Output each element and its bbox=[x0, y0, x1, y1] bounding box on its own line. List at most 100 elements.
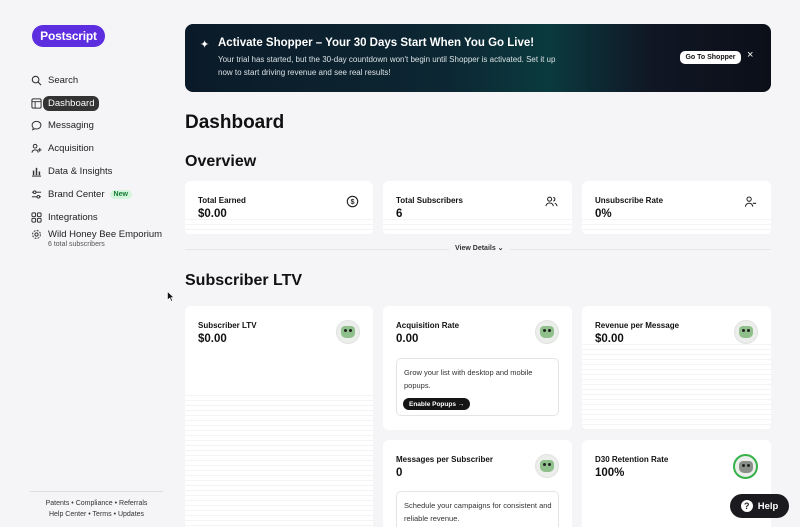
campaigns-tip: Schedule your campaigns for consistent a… bbox=[396, 491, 559, 527]
messages-per-subscriber-card[interactable]: Messages per Subscriber 0 Schedule your … bbox=[383, 440, 572, 527]
mascot-icon bbox=[535, 454, 559, 478]
mascot-face bbox=[540, 460, 554, 472]
sidebar-item-data-insights[interactable]: Data & Insights bbox=[31, 160, 171, 183]
svg-text:$: $ bbox=[351, 199, 355, 206]
help-button[interactable]: ? Help bbox=[730, 494, 789, 518]
card-value: $0.00 bbox=[595, 333, 624, 345]
footer-row: Patents • Compliance • Referrals bbox=[30, 498, 163, 509]
view-details-row: View Details ⌄ bbox=[185, 244, 771, 254]
sidebar-item-messaging[interactable]: Messaging bbox=[31, 115, 171, 138]
card-title: Messages per Subscriber bbox=[396, 455, 493, 464]
mascot-icon bbox=[733, 454, 758, 479]
footer-link-help-center[interactable]: Help Center bbox=[49, 511, 86, 518]
help-label: Help bbox=[757, 500, 779, 512]
banner-title: Activate Shopper – Your 30 Days Start Wh… bbox=[218, 37, 535, 49]
new-badge: New bbox=[109, 189, 132, 199]
sidebar-item-label: Search bbox=[48, 74, 79, 86]
footer-separator: • bbox=[113, 511, 117, 518]
page-title: Dashboard bbox=[185, 112, 285, 133]
view-details-button[interactable]: View Details ⌄ bbox=[449, 244, 510, 252]
footer-links: Patents • Compliance • Referrals Help Ce… bbox=[30, 498, 163, 520]
card-title: Total Subscribers bbox=[396, 196, 463, 205]
banner-description: Your trial has started, but the 30-day c… bbox=[218, 55, 556, 77]
mascot-face bbox=[738, 460, 753, 473]
postscript-logo[interactable]: Postscript bbox=[32, 25, 105, 47]
card-value: 0% bbox=[595, 208, 612, 220]
sidebar-item-label: Integrations bbox=[48, 211, 98, 223]
popups-tip: Grow your list with desktop and mobile p… bbox=[396, 358, 559, 416]
footer-link-compliance[interactable]: Compliance bbox=[76, 500, 113, 507]
sidebar-item-search[interactable]: Search bbox=[31, 69, 171, 92]
layout-icon bbox=[31, 98, 42, 109]
users-icon bbox=[545, 195, 558, 208]
subscriber-ltv-card[interactable]: Subscriber LTV $0.00 bbox=[185, 306, 373, 527]
mascot-face bbox=[540, 326, 554, 338]
overview-heading: Overview bbox=[185, 153, 257, 170]
mascot-icon bbox=[535, 320, 559, 344]
mascot-face bbox=[341, 326, 355, 338]
card-title: D30 Retention Rate bbox=[595, 455, 669, 464]
org-subtitle: 6 total subscribers bbox=[48, 240, 105, 248]
card-pattern bbox=[383, 218, 572, 235]
revenue-per-message-card[interactable]: Revenue per Message $0.00 bbox=[582, 306, 771, 430]
user-minus-icon bbox=[744, 195, 757, 208]
card-value: 6 bbox=[396, 208, 403, 220]
org-name: Wild Honey Bee Emporium bbox=[48, 228, 163, 240]
sidebar-nav: Search Dashboard Messaging Acquisition D… bbox=[31, 69, 171, 259]
sidebar-item-label: Data & Insights bbox=[48, 166, 113, 178]
sidebar-item-label: Messaging bbox=[48, 120, 94, 132]
sidebar-item-brand-center[interactable]: Brand Center New bbox=[31, 183, 171, 206]
sidebar-item-label: Dashboard bbox=[43, 95, 100, 111]
footer-link-terms[interactable]: Terms bbox=[93, 511, 112, 518]
footer-link-updates[interactable]: Updates bbox=[118, 511, 144, 518]
sparkle-icon: ✦ bbox=[200, 39, 210, 51]
card-pattern bbox=[582, 218, 771, 235]
card-title: Acquisition Rate bbox=[396, 321, 460, 330]
tip-text: Grow your list with desktop and mobile p… bbox=[404, 368, 533, 390]
card-value: 0 bbox=[396, 467, 403, 479]
user-plus-icon bbox=[31, 143, 42, 154]
dollar-circle-icon: $ bbox=[346, 195, 359, 208]
footer-row: Help Center • Terms • Updates bbox=[30, 509, 163, 520]
card-title: Total Earned bbox=[198, 196, 246, 205]
footer-separator: • bbox=[71, 500, 74, 507]
grid-icon bbox=[31, 212, 42, 223]
enable-popups-button[interactable]: Enable Popups → bbox=[403, 398, 471, 410]
sidebar-item-integrations[interactable]: Integrations bbox=[31, 206, 171, 229]
card-value: $0.00 bbox=[198, 208, 227, 220]
mascot-face bbox=[739, 326, 753, 338]
org-row: Wild Honey Bee Emporium bbox=[31, 229, 162, 240]
total-subscribers-card[interactable]: Total Subscribers 6 bbox=[383, 181, 572, 235]
sliders-icon bbox=[31, 189, 42, 200]
go-to-shopper-button[interactable]: Go To Shopper bbox=[680, 51, 741, 64]
close-icon[interactable]: × bbox=[747, 49, 753, 61]
total-earned-card[interactable]: Total Earned $0.00 $ bbox=[185, 181, 373, 235]
shopper-banner: ✦ Activate Shopper – Your 30 Days Start … bbox=[185, 24, 771, 92]
mascot-icon bbox=[734, 320, 758, 344]
mouse-cursor-icon bbox=[167, 291, 175, 302]
card-title: Unsubscribe Rate bbox=[595, 196, 664, 205]
footer-link-referrals[interactable]: Referrals bbox=[119, 500, 147, 507]
acquisition-rate-card[interactable]: Acquisition Rate 0.00 Grow your list wit… bbox=[383, 306, 572, 430]
subscriber-ltv-heading: Subscriber LTV bbox=[185, 272, 303, 289]
footer-separator: • bbox=[114, 500, 118, 507]
card-title: Subscriber LTV bbox=[198, 321, 257, 330]
sidebar-item-acquisition[interactable]: Acquisition bbox=[31, 137, 171, 160]
sidebar-item-label: Acquisition bbox=[48, 143, 94, 155]
sidebar-item-label: Brand Center bbox=[48, 188, 105, 200]
tip-text: Schedule your campaigns for consistent a… bbox=[404, 501, 552, 523]
card-pattern bbox=[185, 218, 373, 235]
sidebar-item-dashboard[interactable]: Dashboard bbox=[31, 92, 171, 115]
card-value: $0.00 bbox=[198, 333, 227, 345]
sidebar-item-org[interactable]: Wild Honey Bee Emporium 6 total subscrib… bbox=[31, 229, 171, 259]
chat-icon bbox=[31, 120, 42, 132]
gear-icon bbox=[31, 229, 42, 240]
sidebar: Postscript Search Dashboard Messaging Ac… bbox=[0, 0, 170, 527]
footer-divider bbox=[30, 491, 163, 492]
card-value: 0.00 bbox=[396, 333, 419, 345]
card-value: 100% bbox=[595, 467, 625, 479]
question-icon: ? bbox=[740, 500, 753, 512]
footer-link-patents[interactable]: Patents bbox=[46, 500, 70, 507]
unsubscribe-rate-card[interactable]: Unsubscribe Rate 0% bbox=[582, 181, 771, 235]
card-pattern bbox=[185, 393, 373, 527]
